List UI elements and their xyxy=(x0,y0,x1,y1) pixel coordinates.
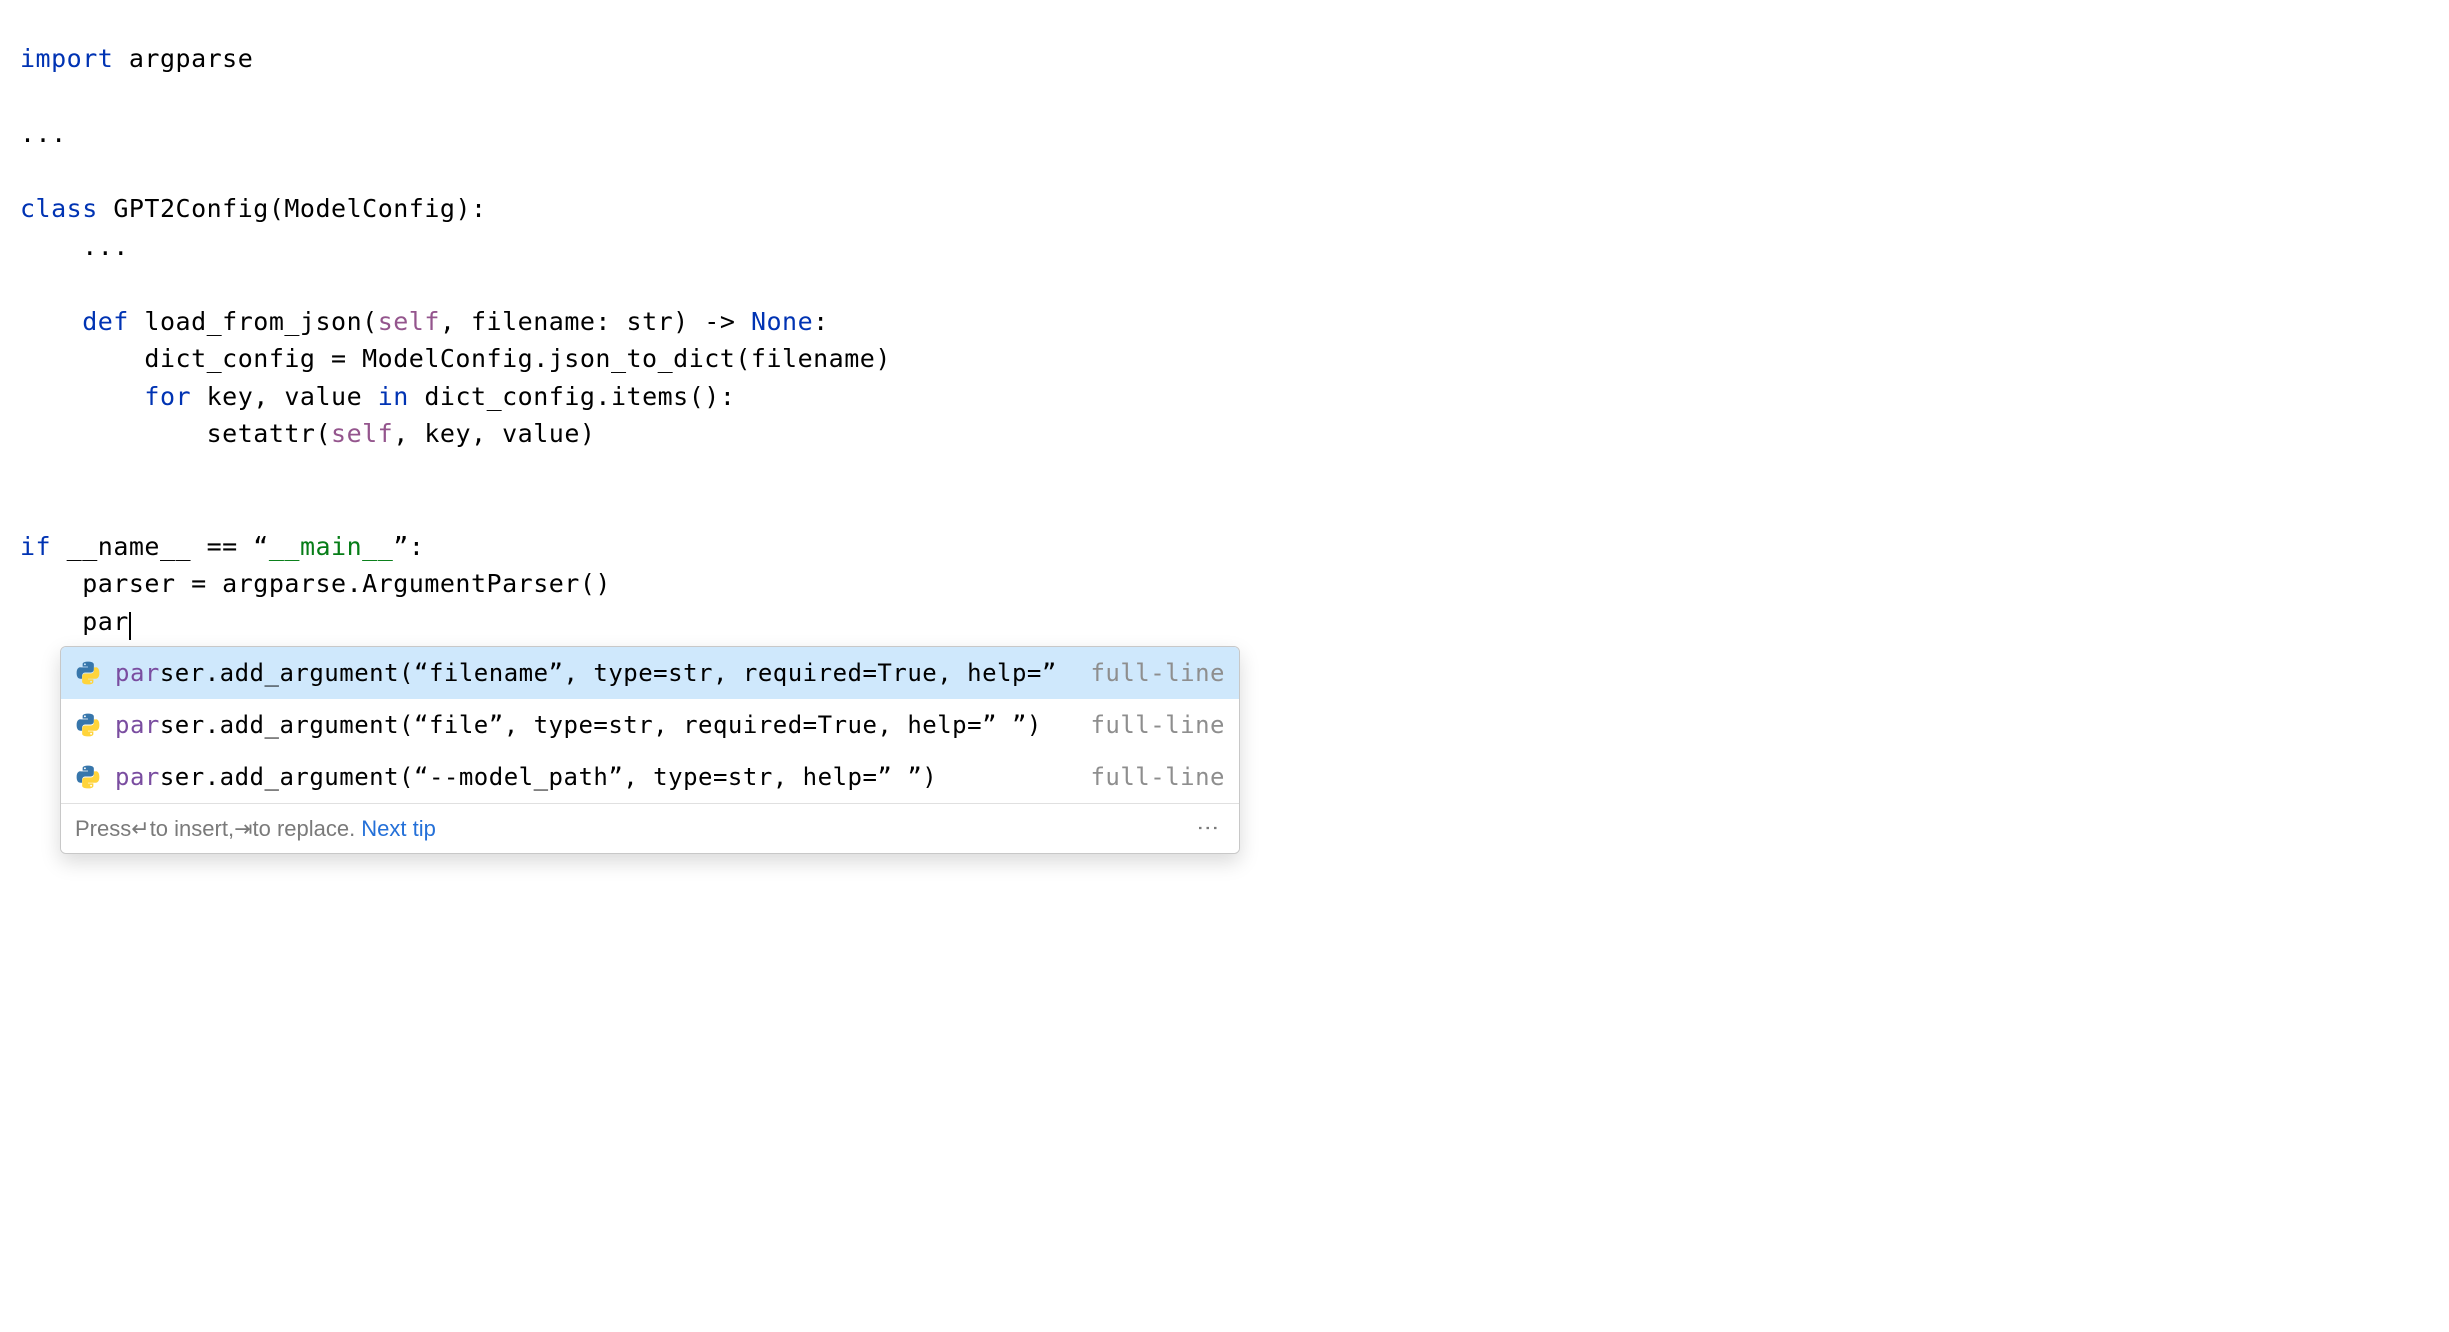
string-quote: “ xyxy=(253,532,269,561)
keyword-class: class xyxy=(20,194,98,223)
code-text: , filename: str) -> xyxy=(440,307,751,336)
code-text: setattr( xyxy=(20,419,331,448)
more-options-icon[interactable]: ⋮ xyxy=(1192,817,1225,840)
string-literal: __main__ xyxy=(269,532,393,561)
suggestion-text: parser.add_argument(“filename”, type=str… xyxy=(115,655,1074,691)
code-text: __name__ == xyxy=(51,532,253,561)
footer-text: to replace. xyxy=(253,812,356,845)
string-quote: ” xyxy=(393,532,409,561)
keyword-none: None xyxy=(751,307,813,336)
code-text: , key, value) xyxy=(393,419,595,448)
self-keyword: self xyxy=(378,307,440,336)
python-icon xyxy=(75,712,101,738)
code-text: load_from_json( xyxy=(129,307,378,336)
autocomplete-popup: parser.add_argument(“filename”, type=str… xyxy=(60,646,1240,854)
tab-key-symbol: ⇥ xyxy=(234,812,252,845)
code-text: : xyxy=(813,307,829,336)
keyword-in: in xyxy=(378,382,409,411)
python-icon xyxy=(75,660,101,686)
python-icon xyxy=(75,764,101,790)
footer-text: Press xyxy=(75,812,131,845)
suggestion-item[interactable]: parser.add_argument(“file”, type=str, re… xyxy=(61,699,1239,751)
code-text: key, value xyxy=(191,382,378,411)
code-text: par xyxy=(20,607,129,636)
suggestion-text: parser.add_argument(“--model_path”, type… xyxy=(115,759,1074,795)
code-ellipsis: ... xyxy=(20,119,67,148)
keyword-import: import xyxy=(20,44,113,73)
suggestion-type-label: full-line xyxy=(1090,655,1225,691)
keyword-for: for xyxy=(20,382,191,411)
code-text: : xyxy=(409,532,425,561)
code-text: dict_config.items(): xyxy=(409,382,736,411)
keyword-if: if xyxy=(20,532,51,561)
suggestion-type-label: full-line xyxy=(1090,759,1225,795)
code-text: parser = argparse.ArgumentParser() xyxy=(20,569,611,598)
footer-text: to insert, xyxy=(150,812,234,845)
enter-key-symbol: ↵ xyxy=(131,812,149,845)
keyword-def: def xyxy=(20,307,129,336)
code-ellipsis: ... xyxy=(20,232,129,261)
code-text: argparse xyxy=(113,44,253,73)
self-keyword: self xyxy=(331,419,393,448)
code-text: GPT2Config(ModelConfig): xyxy=(98,194,487,223)
suggestion-item[interactable]: parser.add_argument(“--model_path”, type… xyxy=(61,751,1239,803)
code-text: dict_config = ModelConfig.json_to_dict(f… xyxy=(20,344,891,373)
code-editor[interactable]: import argparse ... class GPT2Config(Mod… xyxy=(20,40,2429,640)
popup-footer: Press ↵ to insert, ⇥ to replace. Next ti… xyxy=(61,803,1239,853)
suggestion-type-label: full-line xyxy=(1090,707,1225,743)
suggestion-text: parser.add_argument(“file”, type=str, re… xyxy=(115,707,1074,743)
suggestion-item[interactable]: parser.add_argument(“filename”, type=str… xyxy=(61,647,1239,699)
text-cursor xyxy=(129,612,131,640)
next-tip-link[interactable]: Next tip xyxy=(361,812,436,845)
